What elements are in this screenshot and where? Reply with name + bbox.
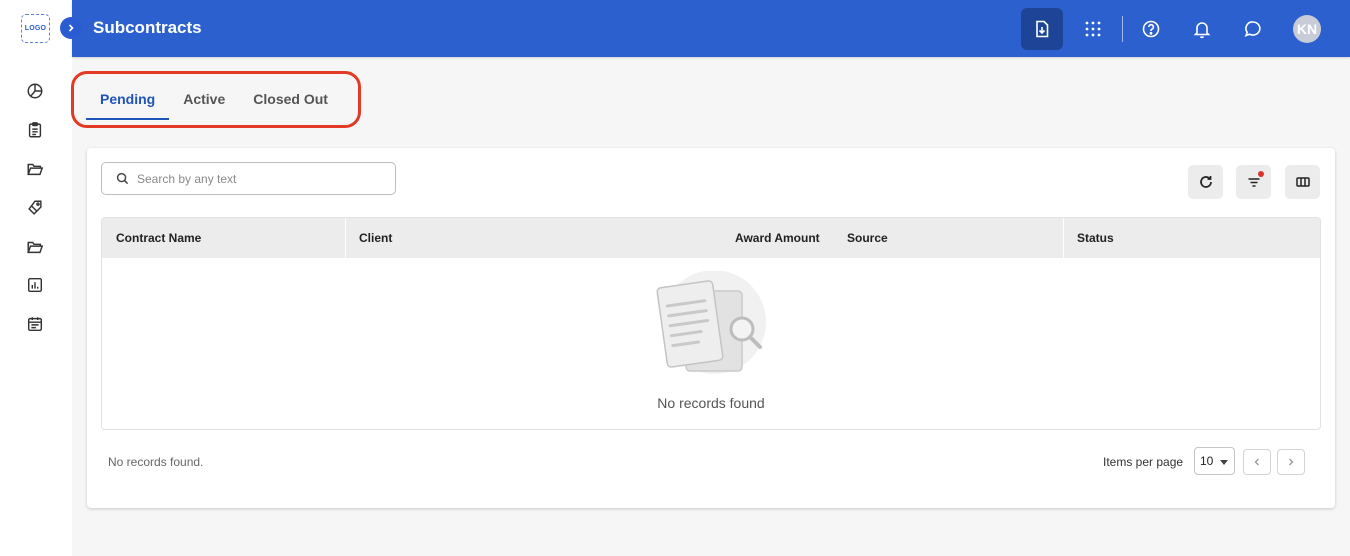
column-header-contract-name[interactable]: Contract Name [116, 218, 201, 258]
header-divider [1122, 16, 1123, 42]
help-button[interactable] [1130, 8, 1172, 50]
column-header-source[interactable]: Source [847, 218, 888, 258]
next-page-button[interactable] [1277, 449, 1305, 475]
tags-icon[interactable] [25, 198, 45, 218]
search-input[interactable] [137, 171, 377, 186]
tab-active[interactable]: Active [169, 78, 239, 120]
table-header: Contract Name Client Award Amount Source… [102, 218, 1320, 258]
avatar[interactable]: KN [1293, 15, 1321, 43]
items-per-page-select[interactable]: 10 [1194, 447, 1235, 475]
empty-state-text: No records found [657, 395, 765, 411]
logo: LOGO [21, 14, 50, 43]
items-per-page-value: 10 [1200, 454, 1214, 468]
page-title: Subcontracts [93, 18, 202, 37]
download-doc-icon [1036, 20, 1049, 38]
clipboard-icon[interactable] [25, 120, 45, 140]
subcontracts-card: Contract Name Client Award Amount Source… [87, 148, 1335, 508]
help-icon [1142, 20, 1160, 38]
column-separator [1063, 218, 1064, 258]
dashboard-pie-icon[interactable] [25, 81, 45, 101]
footer-status-text: No records found. [108, 455, 204, 469]
notifications-button[interactable] [1181, 8, 1223, 50]
subcontracts-table: Contract Name Client Award Amount Source… [101, 217, 1321, 430]
top-header: Subcontracts KN [72, 0, 1350, 57]
download-button[interactable] [1021, 8, 1063, 50]
chat-button[interactable] [1232, 8, 1274, 50]
caret-down-icon [1220, 460, 1228, 465]
column-header-status[interactable]: Status [1077, 218, 1114, 258]
refresh-icon [1199, 176, 1212, 188]
calendar-icon[interactable] [25, 314, 45, 334]
filter-button[interactable] [1236, 165, 1271, 199]
folder-icon[interactable] [25, 237, 45, 257]
tab-pending[interactable]: Pending [86, 78, 170, 120]
chevron-left-icon [1254, 458, 1259, 466]
search-box [101, 162, 396, 195]
column-header-client[interactable]: Client [359, 218, 392, 258]
chevron-right-icon [1289, 458, 1294, 466]
column-header-award-amount[interactable]: Award Amount [735, 218, 820, 258]
chevron-right-icon [68, 24, 74, 32]
columns-icon [1295, 177, 1310, 187]
search-icon [116, 172, 129, 185]
previous-page-button[interactable] [1243, 449, 1271, 475]
columns-button[interactable] [1285, 165, 1320, 199]
column-separator [345, 218, 346, 258]
chat-bubble-icon [1244, 21, 1261, 37]
sidebar-expand-button[interactable] [60, 17, 82, 39]
tab-closed-out[interactable]: Closed Out [239, 78, 342, 120]
apps-grid-button[interactable] [1072, 8, 1114, 50]
sidebar: LOGO [0, 0, 72, 556]
refresh-button[interactable] [1188, 165, 1223, 199]
filter-active-badge [1258, 171, 1264, 177]
empty-state-illustration [656, 271, 766, 374]
folder-open-icon[interactable] [25, 159, 45, 179]
items-per-page-label: Items per page [1103, 455, 1184, 469]
bell-icon [1193, 22, 1211, 39]
apps-grid-icon [1085, 21, 1101, 37]
status-tabs: Pending Active Closed Out [86, 78, 342, 120]
report-chart-icon[interactable] [25, 275, 45, 295]
